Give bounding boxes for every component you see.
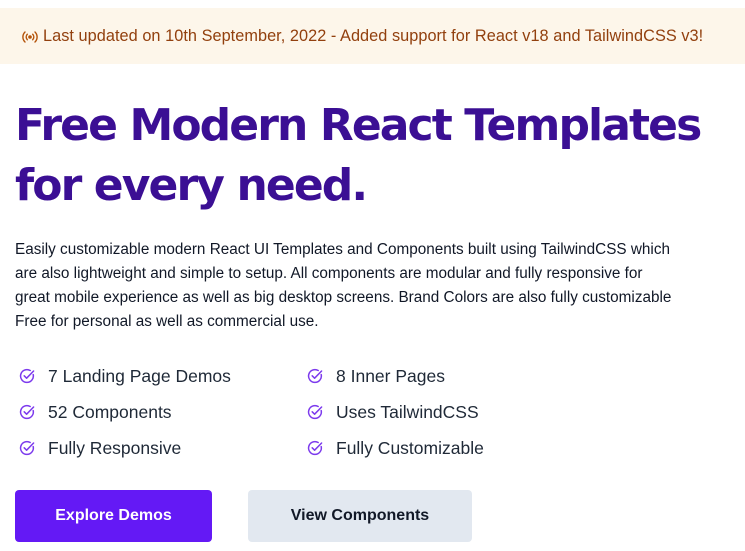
feature-label: Fully Responsive [48,437,182,458]
description-line-4: Free for personal as well as commercial … [15,313,319,330]
feature-item-responsive: Fully Responsive [19,436,181,460]
hero-description: Easily customizable modern React UI Temp… [15,238,745,334]
view-components-button[interactable]: View Components [248,490,472,542]
check-circle-icon [307,440,323,456]
update-banner: Last updated on 10th September, 2022 - A… [0,8,745,64]
check-circle-icon [19,404,35,420]
feature-label: 52 Components [48,401,172,422]
headline-line-2: for every need. [15,160,368,211]
feature-item-landing-demos: 7 Landing Page Demos [19,364,231,388]
hero-headline: Free Modern React Templates for every ne… [15,96,702,216]
check-circle-icon [307,368,323,384]
banner-text: Last updated on 10th September, 2022 - A… [43,26,704,45]
feature-item-inner-pages: 8 Inner Pages [307,364,445,388]
feature-item-tailwindcss: Uses TailwindCSS [307,400,479,424]
check-circle-icon [19,440,35,456]
description-line-2: are also lightweight and simple to setup… [15,265,643,282]
feature-label: 7 Landing Page Demos [48,365,231,386]
feature-item-components: 52 Components [19,400,172,424]
broadcast-icon [22,30,38,43]
feature-label: 8 Inner Pages [336,365,445,386]
description-line-1: Easily customizable modern React UI Temp… [15,241,670,258]
feature-label: Fully Customizable [336,437,484,458]
description-line-3: great mobile experience as well as big d… [15,289,672,306]
check-circle-icon [307,404,323,420]
headline-line-1: Free Modern React Templates [15,100,702,151]
explore-demos-button[interactable]: Explore Demos [15,490,212,542]
check-circle-icon [19,368,35,384]
feature-item-customizable: Fully Customizable [307,436,484,460]
feature-label: Uses TailwindCSS [336,401,479,422]
